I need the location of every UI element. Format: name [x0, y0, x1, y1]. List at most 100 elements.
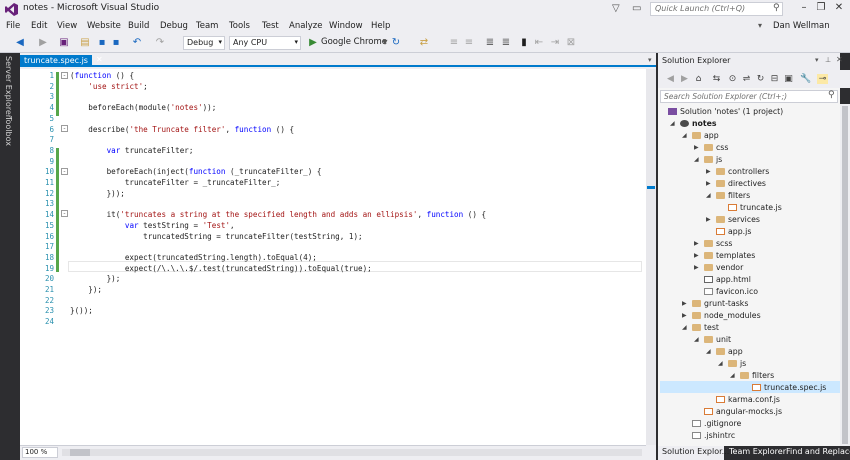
menu-tools[interactable]: Tools: [229, 21, 250, 31]
tree-item-solution[interactable]: Solution 'notes' (1 project): [668, 106, 783, 118]
tree-item-file-angular-mocks[interactable]: angular-mocks.js: [704, 406, 782, 418]
tree-item-folder-test[interactable]: test: [692, 322, 719, 334]
zoom-level-dropdown[interactable]: 100 %: [22, 447, 58, 458]
redo-icon[interactable]: ↷: [154, 37, 166, 48]
tab-solution-explorer[interactable]: Solution Explor...: [662, 447, 729, 456]
code-editor[interactable]: - - - - 1 2 3 4 5 6 7 8 9 10 11 12 13 14…: [20, 69, 646, 445]
menu-file[interactable]: File: [6, 21, 20, 31]
refresh-browser-icon[interactable]: ↻: [390, 37, 402, 48]
new-project-icon[interactable]: ▣: [58, 37, 70, 48]
menu-build[interactable]: Build: [128, 21, 149, 31]
collapsed-arrow-icon[interactable]: ▶: [706, 180, 711, 187]
tree-item-folder-directives[interactable]: directives: [716, 178, 766, 190]
collapsed-arrow-icon[interactable]: ▶: [694, 264, 699, 271]
expanded-arrow-icon[interactable]: ◢: [706, 192, 711, 199]
solution-platform-dropdown[interactable]: Any CPU ▾: [229, 36, 301, 50]
panel-close-icon[interactable]: ✕: [836, 55, 843, 64]
comment-lines-icon[interactable]: ≣: [484, 37, 496, 48]
tree-item-file-app-html[interactable]: app.html: [704, 274, 751, 286]
fold-collapse-icon[interactable]: -: [61, 125, 68, 132]
clear-bookmarks-icon[interactable]: ⊠: [565, 37, 577, 48]
tree-item-file-favicon[interactable]: favicon.ico: [704, 286, 758, 298]
properties-icon[interactable]: 🔧: [800, 74, 811, 84]
navigate-forward-icon[interactable]: ▶: [37, 37, 49, 48]
navigate-back-icon[interactable]: ◀: [14, 37, 26, 48]
undo-icon[interactable]: ↶: [131, 37, 143, 48]
tree-item-folder-services[interactable]: services: [716, 214, 760, 226]
collapsed-arrow-icon[interactable]: ▶: [706, 216, 711, 223]
tab-overflow-chevron-icon[interactable]: ▾: [648, 56, 652, 64]
collapsed-arrow-icon[interactable]: ▶: [706, 168, 711, 175]
run-target-button[interactable]: Google Chrome: [321, 37, 387, 47]
tree-item-file-app-js[interactable]: app.js: [716, 226, 751, 238]
menu-test[interactable]: Test: [262, 21, 279, 31]
open-file-icon[interactable]: ▤: [79, 37, 91, 48]
solution-explorer-scroll-thumb[interactable]: [842, 106, 848, 444]
start-debugging-icon[interactable]: ▶: [307, 37, 319, 48]
horizontal-scroll-thumb[interactable]: [70, 449, 90, 456]
menu-website[interactable]: Website: [87, 21, 121, 31]
browser-link-icon[interactable]: ⇄: [418, 37, 430, 48]
collapsed-arrow-icon[interactable]: ▶: [694, 252, 699, 259]
pending-changes-filter-icon[interactable]: ⊙: [727, 74, 738, 84]
expanded-arrow-icon[interactable]: ◢: [670, 120, 675, 127]
sync-icon[interactable]: ⇌: [741, 74, 752, 84]
step-into-icon[interactable]: ≡: [448, 37, 460, 48]
next-bookmark-icon[interactable]: ⇥: [549, 37, 561, 48]
tree-item-folder-app[interactable]: app: [692, 130, 719, 142]
close-button[interactable]: ✕: [831, 2, 847, 16]
server-explorer-tab[interactable]: Server Explorer: [4, 56, 13, 118]
tree-item-file-truncate-spec-js[interactable]: truncate.spec.js: [752, 382, 826, 394]
menu-window[interactable]: Window: [329, 21, 363, 31]
tree-item-folder-grunt-tasks[interactable]: grunt-tasks: [692, 298, 748, 310]
preview-selected-icon[interactable]: ⊸: [817, 74, 828, 84]
maximize-button[interactable]: ❐: [813, 2, 829, 16]
expanded-arrow-icon[interactable]: ◢: [682, 324, 687, 331]
collapsed-arrow-icon[interactable]: ▶: [682, 300, 687, 307]
menu-view[interactable]: View: [57, 21, 77, 31]
pin-icon[interactable]: ⊥: [825, 56, 831, 64]
tree-item-folder-vendor[interactable]: vendor: [704, 262, 743, 274]
tree-item-folder-test-filters[interactable]: filters: [740, 370, 774, 382]
expanded-arrow-icon[interactable]: ◢: [706, 348, 711, 355]
forward-icon[interactable]: ▶: [679, 74, 690, 84]
tree-item-project-notes[interactable]: notes: [680, 118, 717, 130]
tree-item-file-gitignore[interactable]: .gitignore: [692, 418, 741, 430]
tree-item-folder-css[interactable]: css: [704, 142, 728, 154]
tree-item-folder-unit[interactable]: unit: [704, 334, 731, 346]
tree-item-folder-test-app[interactable]: app: [716, 346, 743, 358]
uncomment-lines-icon[interactable]: ≣: [500, 37, 512, 48]
editor-vertical-scrollbar[interactable]: [646, 69, 656, 445]
tree-item-folder-templates[interactable]: templates: [704, 250, 755, 262]
tree-item-file-karma-conf[interactable]: karma.conf.js: [716, 394, 780, 406]
document-tab-truncate-spec[interactable]: truncate.spec.js: [20, 55, 92, 67]
fold-collapse-icon[interactable]: -: [61, 72, 68, 79]
step-over-icon[interactable]: ≡: [463, 37, 475, 48]
tree-item-file-jshintrc[interactable]: .jshintrc: [692, 430, 735, 442]
expanded-arrow-icon[interactable]: ◢: [694, 156, 699, 163]
expanded-arrow-icon[interactable]: ◢: [730, 372, 735, 379]
back-icon[interactable]: ◀: [665, 74, 676, 84]
feedback-icon[interactable]: ▭: [632, 3, 641, 14]
tree-item-folder-node-modules[interactable]: node_modules: [692, 310, 761, 322]
collapsed-arrow-icon[interactable]: ▶: [694, 144, 699, 151]
tree-item-folder-test-js[interactable]: js: [728, 358, 746, 370]
tree-item-file-truncate-js[interactable]: truncate.js: [728, 202, 782, 214]
editor-horizontal-scrollbar[interactable]: [62, 449, 642, 456]
quick-launch-input[interactable]: Quick Launch (Ctrl+Q): [650, 2, 783, 16]
signed-in-user[interactable]: Dan Wellman: [773, 21, 830, 31]
tree-item-folder-js[interactable]: js: [704, 154, 722, 166]
save-icon[interactable]: ▪: [96, 37, 108, 48]
expanded-arrow-icon[interactable]: ◢: [682, 132, 687, 139]
bookmark-icon[interactable]: ▮: [518, 37, 530, 48]
notification-filter-icon[interactable]: ▽: [612, 3, 620, 14]
close-tab-icon[interactable]: ✕: [96, 55, 103, 64]
panel-options-chevron-icon[interactable]: ▾: [815, 56, 819, 64]
menu-team[interactable]: Team: [196, 21, 218, 31]
collapsed-arrow-icon[interactable]: ▶: [682, 312, 687, 319]
refresh-icon[interactable]: ↻: [755, 74, 766, 84]
menu-edit[interactable]: Edit: [31, 21, 47, 31]
solution-explorer-search-input[interactable]: Search Solution Explorer (Ctrl+;): [660, 90, 838, 103]
toolbox-tab[interactable]: Toolbox: [4, 116, 13, 146]
tree-item-folder-scss[interactable]: scss: [704, 238, 732, 250]
